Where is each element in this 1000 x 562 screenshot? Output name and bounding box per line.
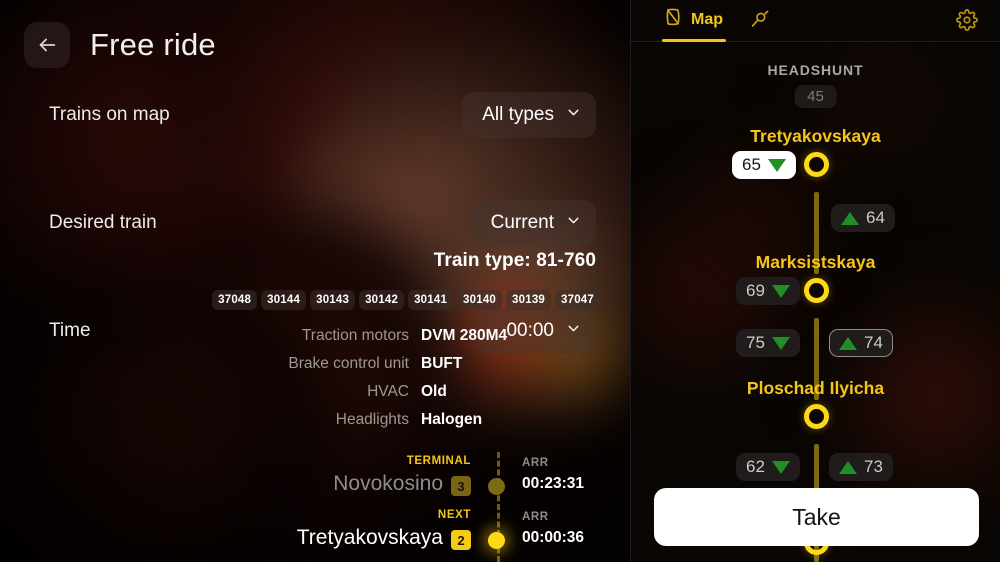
segment-speed-pill[interactable]: 62 — [736, 453, 800, 481]
station-dot — [488, 478, 505, 495]
desired-train-dropdown[interactable]: Current — [470, 200, 596, 246]
station-tag: NEXT — [437, 509, 471, 521]
settings-button[interactable] — [956, 9, 978, 36]
spec-value: BUFT — [421, 355, 463, 372]
spec-value: Old — [421, 383, 447, 400]
spec-row: Brake control unit BUFT — [176, 355, 596, 383]
train-spec-list: Traction motors DVM 280M4 Brake control … — [176, 327, 596, 439]
speed-value: 69 — [746, 281, 765, 300]
tab-map-label: Map — [691, 10, 723, 28]
dropdown-value: Current — [490, 212, 554, 233]
arrival-label: ARR — [522, 511, 549, 523]
train-type-label: Train type: 81-760 — [433, 250, 596, 271]
map-station-ring[interactable] — [804, 404, 829, 429]
spec-key: Traction motors — [301, 327, 409, 344]
speed-value: 73 — [864, 457, 883, 476]
car-number: 30142 — [359, 290, 405, 310]
tab-map[interactable]: Map — [662, 6, 723, 33]
arrow-left-icon — [36, 34, 58, 56]
back-button[interactable] — [24, 22, 70, 68]
station-row-next[interactable]: NEXT Tretyakovskaya 2 ARR 00:00:36 — [0, 509, 631, 562]
car-number: 30143 — [310, 290, 356, 310]
dropdown-value: All types — [482, 104, 554, 125]
spec-key: Headlights — [335, 411, 409, 428]
map-tabbar: Map — [631, 0, 1000, 42]
map-station-name: Marksistskaya — [755, 252, 876, 272]
station-number-badge: 3 — [451, 476, 471, 496]
triangle-up-icon — [841, 211, 859, 225]
search-pin-icon — [748, 10, 770, 35]
spec-row: HVAC Old — [176, 383, 596, 411]
triangle-down-icon — [771, 284, 790, 298]
car-number: 37048 — [212, 290, 258, 310]
setting-label: Trains on map — [49, 104, 170, 125]
triangle-up-icon — [839, 460, 857, 474]
station-name: Novokosino — [333, 472, 443, 495]
station-row-terminal[interactable]: TERMINAL Novokosino 3 ARR 00:23:31 — [0, 455, 631, 508]
car-number: 30144 — [261, 290, 307, 310]
segment-speed-pill[interactable]: 75 — [736, 329, 800, 357]
triangle-down-icon — [771, 336, 790, 350]
map-station-ring[interactable] — [804, 152, 829, 177]
spec-row: Headlights Halogen — [176, 411, 596, 439]
car-number: 30139 — [506, 290, 552, 310]
speed-value: 62 — [746, 457, 765, 476]
map-station-ring[interactable] — [804, 278, 829, 303]
spec-key: Brake control unit — [288, 355, 409, 372]
map-panel: Map HEADSHUNT 45 Tretyakovskaya 65 64 Ma… — [631, 0, 1000, 562]
page-title: Free ride — [90, 27, 216, 62]
triangle-down-icon — [767, 158, 786, 172]
chevron-down-icon — [565, 104, 582, 127]
spec-row: Traction motors DVM 280M4 — [176, 327, 596, 355]
station-name: Tretyakovskaya — [296, 526, 443, 549]
segment-speed-pill[interactable]: 73 — [829, 453, 893, 481]
spec-value: Halogen — [421, 411, 483, 428]
settings-list: Trains on map All types Desired train Cu… — [0, 88, 631, 354]
upcoming-station-list: TERMINAL Novokosino 3 ARR 00:23:31 NEXT … — [0, 452, 631, 562]
arrival-time: 00:23:31 — [522, 475, 585, 492]
segment-speed-pill-selected[interactable]: 74 — [829, 329, 893, 357]
setting-row-desired-train: Desired train Current — [0, 196, 631, 250]
station-speed-pill[interactable]: 69 — [736, 277, 800, 305]
map-icon — [662, 6, 684, 33]
setting-label: Time — [49, 320, 91, 341]
triangle-down-icon — [771, 460, 790, 474]
app-screen: Free ride Trains on map All types Desire… — [0, 0, 1000, 562]
free-ride-panel: Free ride Trains on map All types Desire… — [0, 0, 631, 562]
chevron-down-icon — [565, 212, 582, 235]
headshunt-label: HEADSHUNT — [767, 62, 864, 78]
spec-key: HVAC — [367, 383, 409, 400]
station-tag: TERMINAL — [406, 455, 471, 467]
speed-value: 75 — [746, 333, 765, 352]
station-dot — [488, 532, 505, 549]
gear-icon — [956, 9, 978, 35]
triangle-up-icon — [839, 336, 857, 350]
car-number: 37047 — [555, 290, 600, 310]
map-station-name: Ploschad Ilyicha — [746, 378, 885, 398]
tab-search[interactable] — [748, 9, 770, 36]
speed-value: 74 — [864, 333, 883, 352]
setting-label: Desired train — [49, 212, 157, 233]
segment-speed-pill[interactable]: 64 — [831, 204, 895, 232]
map-station-name: Tretyakovskaya — [750, 126, 881, 146]
take-button[interactable]: Take — [654, 488, 979, 546]
car-number-list: 37048 30144 30143 30142 30141 30140 3013… — [212, 290, 600, 310]
speed-value: 64 — [866, 208, 885, 227]
headshunt-speed-badge: 45 — [794, 85, 837, 108]
spec-value: DVM 280M4 — [421, 327, 508, 344]
station-number-badge: 2 — [451, 530, 471, 550]
arrival-time: 00:00:36 — [522, 529, 585, 546]
arrival-label: ARR — [522, 457, 549, 469]
station-speed-pill[interactable]: 65 — [732, 151, 796, 179]
setting-row-trains-on-map: Trains on map All types — [0, 88, 631, 142]
car-number: 30141 — [408, 290, 454, 310]
trains-on-map-dropdown[interactable]: All types — [462, 92, 596, 138]
map-track-view: HEADSHUNT 45 Tretyakovskaya 65 64 Marksi… — [631, 42, 1000, 562]
page-header: Free ride — [24, 22, 216, 68]
speed-value: 65 — [742, 155, 761, 174]
car-number: 30140 — [457, 290, 503, 310]
